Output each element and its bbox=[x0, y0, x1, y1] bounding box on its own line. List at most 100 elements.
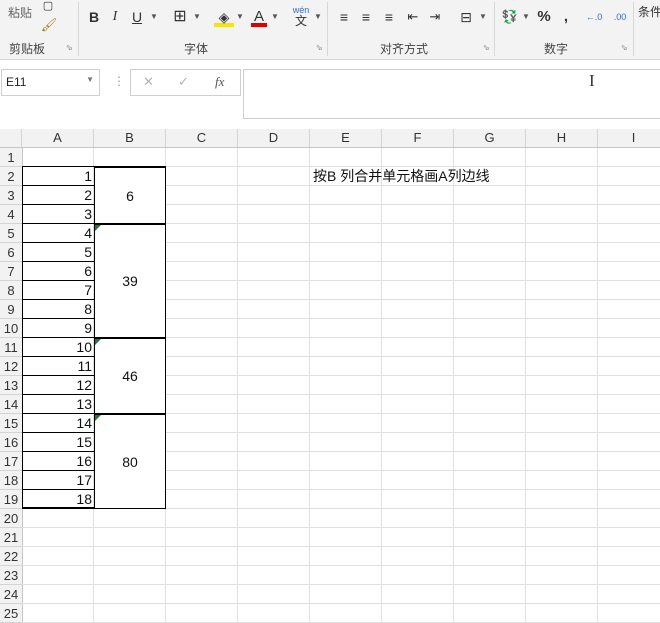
underline-button[interactable]: U bbox=[130, 7, 144, 27]
cell-a[interactable]: 16 bbox=[22, 452, 94, 471]
row-header[interactable]: 24 bbox=[0, 585, 22, 604]
cell-a[interactable]: 1 bbox=[22, 167, 94, 186]
cell-a[interactable]: 4 bbox=[22, 224, 94, 243]
column-header[interactable]: A bbox=[22, 129, 94, 147]
cell-a[interactable]: 12 bbox=[22, 376, 94, 395]
cell-a[interactable]: 9 bbox=[22, 319, 94, 338]
row-header[interactable]: 22 bbox=[0, 547, 22, 566]
cell-a[interactable]: 3 bbox=[22, 205, 94, 224]
phonetic-dropdown-icon[interactable]: ▼ bbox=[314, 7, 322, 27]
row-header[interactable]: 9 bbox=[0, 300, 22, 319]
column-header[interactable]: I bbox=[598, 129, 660, 147]
cell-a[interactable]: 2 bbox=[22, 186, 94, 205]
cell-a[interactable]: 10 bbox=[22, 338, 94, 357]
italic-button[interactable]: I bbox=[108, 7, 122, 27]
formula-input[interactable] bbox=[243, 69, 660, 119]
row-header[interactable]: 3 bbox=[0, 186, 22, 205]
column-header[interactable]: B bbox=[94, 129, 166, 147]
align-center-icon[interactable]: ≡ bbox=[358, 7, 374, 27]
borders-dropdown-icon[interactable]: ▼ bbox=[193, 7, 201, 27]
row-header[interactable]: 16 bbox=[0, 433, 22, 452]
cell-a[interactable]: 6 bbox=[22, 262, 94, 281]
row-header[interactable]: 18 bbox=[0, 471, 22, 490]
fx-button[interactable]: fx bbox=[215, 74, 224, 90]
align-launcher-icon[interactable]: ⬂ bbox=[483, 44, 491, 52]
merged-cell-b[interactable]: 80 bbox=[94, 414, 166, 509]
row-header[interactable]: 21 bbox=[0, 528, 22, 547]
comma-button[interactable]: , bbox=[560, 7, 572, 27]
row-header[interactable]: 17 bbox=[0, 452, 22, 471]
fill-dropdown-icon[interactable]: ▼ bbox=[236, 7, 244, 27]
borders-icon[interactable]: ⊞ bbox=[170, 7, 190, 27]
cell-a[interactable]: 18 bbox=[22, 490, 94, 509]
cancel-icon[interactable]: ✕ bbox=[143, 74, 154, 90]
row-header[interactable]: 19 bbox=[0, 490, 22, 509]
column-header[interactable]: C bbox=[166, 129, 238, 147]
column-header[interactable]: D bbox=[238, 129, 310, 147]
row-header[interactable]: 7 bbox=[0, 262, 22, 281]
column-header[interactable]: G bbox=[454, 129, 526, 147]
align-right-icon[interactable]: ≡ bbox=[381, 7, 397, 27]
cell-grid[interactable]: 1 2 3 4 5 6 7 8 9 10 11 12 13 14 15 16 17 18 6 39 46 80 按B 列合并… bbox=[22, 148, 660, 623]
paste-label[interactable]: 粘贴 bbox=[6, 3, 34, 23]
cell-a[interactable]: 17 bbox=[22, 471, 94, 490]
cell-a[interactable]: 11 bbox=[22, 357, 94, 376]
merged-cell-b[interactable]: 46 bbox=[94, 338, 166, 414]
enter-icon[interactable]: ✓ bbox=[178, 74, 189, 90]
row-header[interactable]: 12 bbox=[0, 357, 22, 376]
gridline bbox=[381, 148, 382, 623]
row-header[interactable]: 11 bbox=[0, 338, 22, 357]
group-title-number: 数字 bbox=[544, 42, 569, 56]
font-color-dropdown-icon[interactable]: ▼ bbox=[271, 7, 279, 27]
row-header[interactable]: 5 bbox=[0, 224, 22, 243]
merge-dropdown-icon[interactable]: ▼ bbox=[479, 7, 487, 27]
row-header[interactable]: 14 bbox=[0, 395, 22, 414]
name-box[interactable]: E11 ▼ bbox=[1, 69, 100, 96]
fill-color-icon[interactable]: ◈ bbox=[214, 7, 234, 27]
cell-a[interactable]: 13 bbox=[22, 395, 94, 414]
decrease-decimal-icon[interactable]: .00 bbox=[610, 7, 630, 27]
conditional-format-button[interactable]: 条件 bbox=[638, 2, 660, 22]
merge-center-icon[interactable]: ⊟ bbox=[456, 7, 476, 27]
currency-icon[interactable]: 💱 bbox=[500, 7, 520, 27]
increase-decimal-icon[interactable]: ←.0 bbox=[585, 7, 603, 27]
chevron-down-icon[interactable]: ▼ bbox=[86, 75, 94, 84]
increase-indent-icon[interactable]: ⇥ bbox=[426, 7, 444, 27]
row-header[interactable]: 13 bbox=[0, 376, 22, 395]
cell-a[interactable]: 15 bbox=[22, 433, 94, 452]
decrease-indent-icon[interactable]: ⇤ bbox=[404, 7, 422, 27]
clipboard-launcher-icon[interactable]: ⬂ bbox=[66, 44, 74, 52]
cell-a[interactable]: 7 bbox=[22, 281, 94, 300]
row-header[interactable]: 15 bbox=[0, 414, 22, 433]
merged-cell-b[interactable]: 6 bbox=[94, 167, 166, 224]
row-header[interactable]: 10 bbox=[0, 319, 22, 338]
row-header[interactable]: 20 bbox=[0, 509, 22, 528]
number-launcher-icon[interactable]: ⬂ bbox=[621, 44, 629, 52]
currency-dropdown-icon[interactable]: ▼ bbox=[522, 7, 530, 27]
phonetic-icon[interactable]: 文 bbox=[292, 14, 310, 34]
font-launcher-icon[interactable]: ⬂ bbox=[316, 44, 324, 52]
align-left-icon[interactable]: ≡ bbox=[336, 7, 352, 27]
row-header[interactable]: 4 bbox=[0, 205, 22, 224]
column-header[interactable]: F bbox=[382, 129, 454, 147]
row-header[interactable]: 2 bbox=[0, 167, 22, 186]
row-header[interactable]: 23 bbox=[0, 566, 22, 585]
merged-cell-b[interactable]: 39 bbox=[94, 224, 166, 338]
underline-dropdown-icon[interactable]: ▼ bbox=[150, 7, 158, 27]
row-header[interactable]: 6 bbox=[0, 243, 22, 262]
font-color-button[interactable]: A bbox=[251, 7, 267, 27]
row-header[interactable]: 1 bbox=[0, 148, 22, 167]
more-options-icon[interactable]: ⋮ bbox=[113, 74, 125, 88]
cell-a[interactable]: 8 bbox=[22, 300, 94, 319]
cell-a[interactable]: 14 bbox=[22, 414, 94, 433]
percent-button[interactable]: % bbox=[536, 7, 552, 27]
row-header[interactable]: 25 bbox=[0, 604, 22, 623]
bold-button[interactable]: B bbox=[86, 7, 102, 27]
select-all-corner[interactable] bbox=[0, 129, 22, 147]
cell-a[interactable]: 5 bbox=[22, 243, 94, 262]
column-header[interactable]: H bbox=[526, 129, 598, 147]
copy-icon[interactable]: ▢ bbox=[40, 0, 56, 16]
row-header[interactable]: 8 bbox=[0, 281, 22, 300]
format-painter-icon[interactable]: 🖌 bbox=[40, 15, 58, 35]
column-header[interactable]: E bbox=[310, 129, 382, 147]
